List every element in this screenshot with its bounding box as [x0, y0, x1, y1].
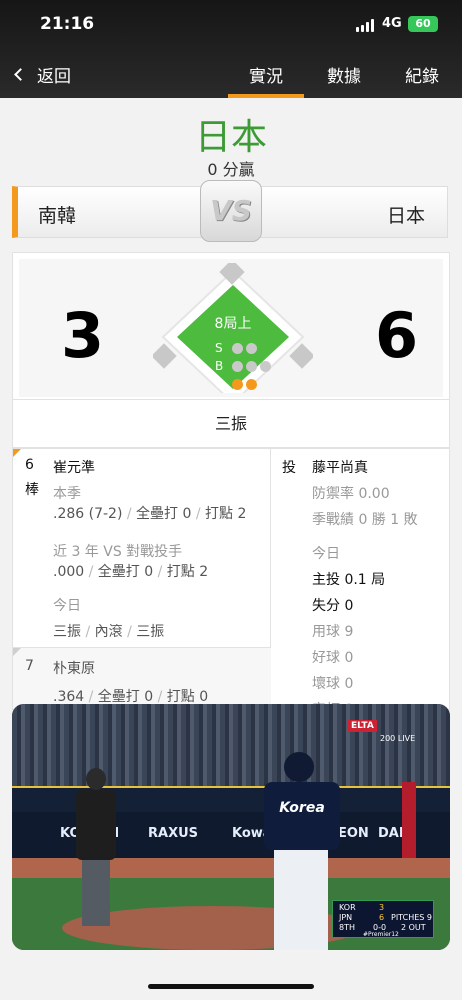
tab-stats[interactable]: 數據 [306, 62, 382, 87]
play-result: 三振 [13, 399, 449, 447]
next-batter-name: 朴東原 [53, 661, 95, 677]
strike-label: S [215, 341, 223, 355]
chevron-left-icon [14, 68, 27, 81]
pitcher-balls: 壞球 0 [312, 676, 354, 692]
tab-record[interactable]: 紀錄 [384, 62, 460, 87]
ball-label: B [215, 359, 224, 373]
back-label: 返回 [37, 67, 71, 87]
team-left-tab[interactable]: 南韓 [12, 186, 212, 238]
nav-bar: 返回 實況 數據 紀錄 [0, 56, 462, 98]
pitcher-ip: 主投 0.1 局 [312, 572, 386, 588]
vs-badge: VS [200, 180, 262, 242]
next-batter-avg: .364 [53, 689, 85, 705]
network-type: 4G [382, 16, 402, 31]
batter-order: 6 [25, 457, 34, 473]
home-score: 6 [375, 299, 419, 372]
pitcher-era: 防禦率 0.00 [312, 486, 390, 502]
win-margin: 0 分贏 [207, 160, 255, 179]
pitcher-role: 投 [282, 460, 296, 476]
team-bar: 南韓 日本 VS [12, 180, 448, 242]
signal-icon [356, 19, 376, 32]
home-indicator[interactable] [148, 984, 314, 989]
pitcher-pitches: 用球 9 [312, 624, 354, 640]
pitcher-today-label: 今日 [312, 546, 340, 562]
team-right-name: 日本 [386, 205, 425, 227]
batter-card[interactable]: 6 棒 崔元準 本季 .286 (7-2) / 全壘打 0 / 打點 2 近 3… [13, 449, 271, 709]
today-ab-2: 內滾 [94, 624, 123, 640]
matchup-panel: 6 棒 崔元準 本季 .286 (7-2) / 全壘打 0 / 打點 2 近 3… [12, 448, 450, 710]
battery-icon: 60 [408, 16, 438, 32]
status-bar: 21:16 4G 60 [0, 14, 462, 38]
next-batter-rbi: 打點 0 [166, 689, 209, 705]
pitcher-runs: 失分 0 [312, 598, 354, 614]
pitcher-card[interactable]: 投 藤平尚真 防禦率 0.00 季戰績 0 勝 1 敗 今日 主投 0.1 局 … [272, 449, 449, 709]
broadcaster-sub: 200 LIVE [380, 734, 416, 743]
pitcher-strikes: 好球 0 [312, 650, 354, 666]
broadcaster-logo: ELTA [348, 720, 377, 732]
vs-pitcher-label: 近 3 年 VS 對戰投手 [53, 544, 183, 560]
ad-2: RAXUS [148, 826, 199, 841]
tournament-banner [402, 782, 416, 858]
clock: 21:16 [40, 14, 95, 34]
inning-label: 8局上 [214, 316, 252, 332]
tv-scorebug: KOR 3 JPN 6 PITCHES 9 8TH 0-0 2 OUT #Pre… [332, 900, 434, 938]
pitcher-record: 季戰績 0 勝 1 敗 [312, 512, 418, 528]
top-bar: 21:16 4G 60 返回 實況 數據 紀錄 [0, 0, 462, 98]
today-ab-1: 三振 [53, 624, 81, 640]
vs-hr: 全壘打 0 [97, 564, 154, 580]
season-label: 本季 [53, 486, 81, 502]
score-panel: 3 6 8局上 S B O 三振 [12, 252, 450, 448]
next-batter-card[interactable]: 7 朴東原 .364 / 全壘打 0 / 打點 0 [13, 647, 271, 709]
scoreboard: 3 6 8局上 S B O [19, 259, 443, 397]
today-label: 今日 [53, 598, 81, 614]
batter-role: 棒 [25, 482, 39, 498]
vs-avg: .000 [53, 564, 85, 580]
jersey-text: Korea [264, 782, 340, 850]
season-rbi: 打點 2 [205, 506, 247, 522]
away-score: 3 [61, 299, 105, 372]
today-ab-3: 三振 [136, 624, 165, 640]
season-hr: 全壘打 0 [136, 506, 192, 522]
umpire-figure [76, 768, 116, 926]
count-indicator: S B O [215, 339, 271, 393]
tab-live[interactable]: 實況 [228, 62, 304, 98]
batter-name: 崔元準 [53, 460, 95, 476]
season-avg: .286 (7-2) [53, 506, 123, 522]
back-button[interactable]: 返回 [14, 62, 71, 87]
live-video-player[interactable]: KONAMI RAXUS Kowa EON DAIS Korea ELTA 20… [12, 704, 450, 950]
next-batter-order: 7 [25, 658, 34, 674]
winner-team: 日本 [194, 117, 267, 158]
next-batter-hr: 全壘打 0 [97, 689, 154, 705]
team-right-tab[interactable]: 日本 [248, 186, 448, 238]
vs-rbi: 打點 2 [166, 564, 209, 580]
team-left-name: 南韓 [38, 205, 77, 227]
out-label: O [215, 377, 225, 391]
pitcher-name: 藤平尚真 [312, 460, 368, 476]
